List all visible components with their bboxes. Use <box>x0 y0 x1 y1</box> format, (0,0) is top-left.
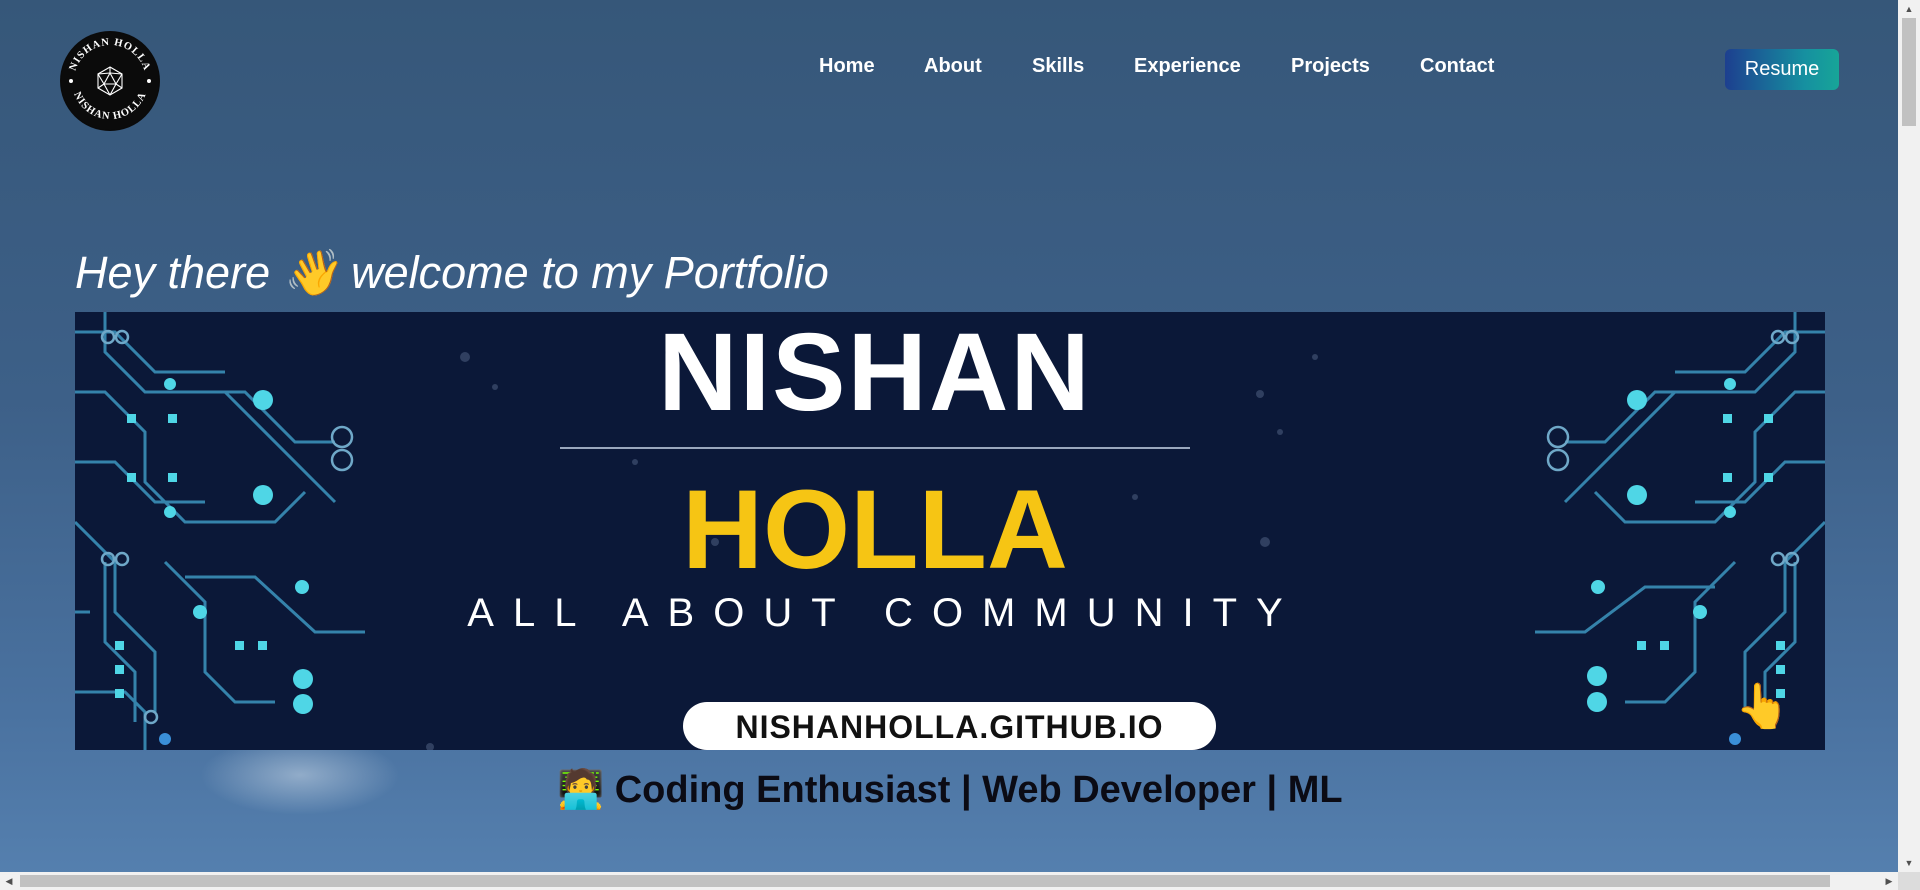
banner-first-name: NISHAN <box>658 311 1092 434</box>
technologist-icon: 🧑‍💻 <box>557 769 605 811</box>
banner-divider <box>560 447 1190 449</box>
scroll-up-icon[interactable]: ▲ <box>1898 0 1920 18</box>
horizontal-scrollbar[interactable]: ◀ ▶ <box>0 872 1898 890</box>
horizontal-scroll-thumb[interactable] <box>20 875 1830 887</box>
logo-badge-icon: NISHAN HOLLA NISHAN HOLLA <box>61 32 159 130</box>
scroll-down-icon[interactable]: ▼ <box>1898 854 1920 872</box>
nav-projects[interactable]: Projects <box>1291 55 1370 78</box>
nav-home[interactable]: Home <box>819 55 875 78</box>
resume-button[interactable]: Resume <box>1725 49 1839 90</box>
nav-contact[interactable]: Contact <box>1420 55 1494 78</box>
nav-experience[interactable]: Experience <box>1134 55 1241 78</box>
nav-about[interactable]: About <box>924 55 982 78</box>
scrollbar-corner <box>1898 872 1920 890</box>
banner-last-name: HOLLA <box>682 467 1068 592</box>
hero-subtitle: 🧑‍💻 Coding Enthusiast | Web Developer | M… <box>0 768 1898 812</box>
pointing-hand-icon: 👆 <box>1735 682 1790 731</box>
scroll-right-icon[interactable]: ▶ <box>1880 872 1898 890</box>
welcome-heading: Hey there 👋 welcome to my Portfolio <box>75 247 829 298</box>
vertical-scroll-thumb[interactable] <box>1902 18 1916 126</box>
vertical-scrollbar[interactable]: ▲ ▼ <box>1898 0 1920 890</box>
hero-subtitle-text: Coding Enthusiast | Web Developer | ML <box>614 769 1343 811</box>
banner-tagline: ALL ABOUT COMMUNITY <box>467 591 1302 635</box>
scroll-left-icon[interactable]: ◀ <box>0 872 18 890</box>
banner-url-pill: NISHANHOLLA.GITHUB.IO <box>683 702 1216 750</box>
nav-skills[interactable]: Skills <box>1032 55 1084 78</box>
portfolio-page: NISHAN HOLLA NISHAN HOLLA Home About Ski… <box>0 0 1898 872</box>
site-logo[interactable]: NISHAN HOLLA NISHAN HOLLA <box>60 31 160 131</box>
